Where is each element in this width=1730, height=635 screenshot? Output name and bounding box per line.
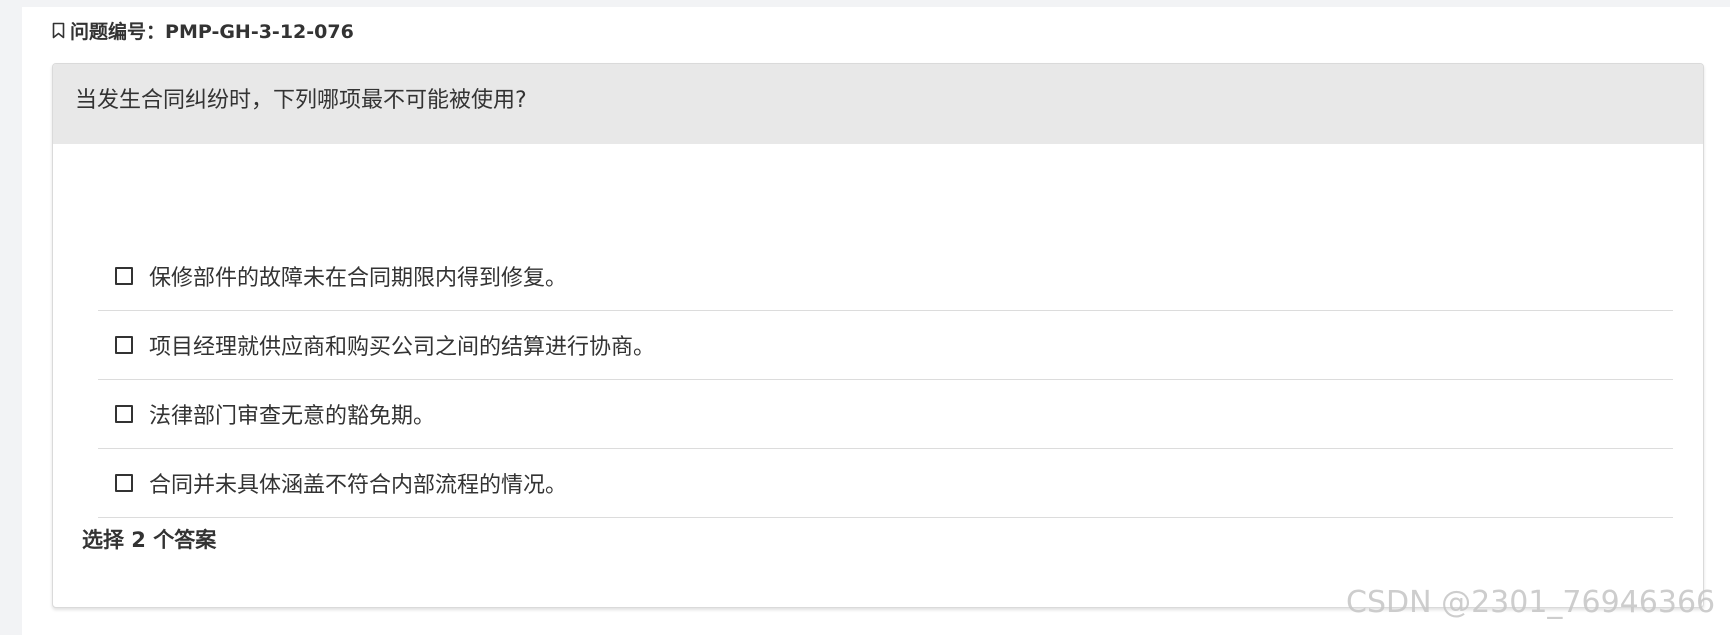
- option-text: 法律部门审查无意的豁免期。: [149, 404, 436, 429]
- option-2[interactable]: 项目经理就供应商和购买公司之间的结算进行协商。: [98, 311, 1673, 380]
- option-text: 保修部件的故障未在合同期限内得到修复。: [149, 266, 568, 291]
- option-1[interactable]: 保修部件的故障未在合同期限内得到修复。: [98, 242, 1673, 311]
- question-header: 当发生合同纠纷时，下列哪项最不可能被使用?: [53, 64, 1703, 144]
- option-text: 项目经理就供应商和购买公司之间的结算进行协商。: [149, 335, 656, 360]
- bookmark-icon: [52, 22, 65, 39]
- top-background-strip: [22, 0, 1730, 7]
- question-id-value: PMP-GH-3-12-076: [165, 20, 354, 43]
- checkbox[interactable]: [115, 267, 133, 285]
- option-3[interactable]: 法律部门审查无意的豁免期。: [98, 380, 1673, 449]
- question-card: 当发生合同纠纷时，下列哪项最不可能被使用? 保修部件的故障未在合同期限内得到修复…: [52, 63, 1704, 608]
- left-background-strip: [0, 0, 22, 635]
- options-list: 保修部件的故障未在合同期限内得到修复。 项目经理就供应商和购买公司之间的结算进行…: [98, 242, 1673, 518]
- option-4[interactable]: 合同并未具体涵盖不符合内部流程的情况。: [98, 449, 1673, 518]
- checkbox[interactable]: [115, 474, 133, 492]
- question-text: 当发生合同纠纷时，下列哪项最不可能被使用?: [75, 88, 527, 113]
- answer-instruction: 选择 2 个答案: [82, 528, 217, 552]
- option-text: 合同并未具体涵盖不符合内部流程的情况。: [149, 473, 568, 498]
- question-id-label: 问题编号：: [70, 20, 166, 43]
- question-id-line: 问题编号：PMP-GH-3-12-076: [52, 18, 354, 43]
- checkbox[interactable]: [115, 336, 133, 354]
- checkbox[interactable]: [115, 405, 133, 423]
- watermark: CSDN @2301_76946366: [1346, 585, 1716, 620]
